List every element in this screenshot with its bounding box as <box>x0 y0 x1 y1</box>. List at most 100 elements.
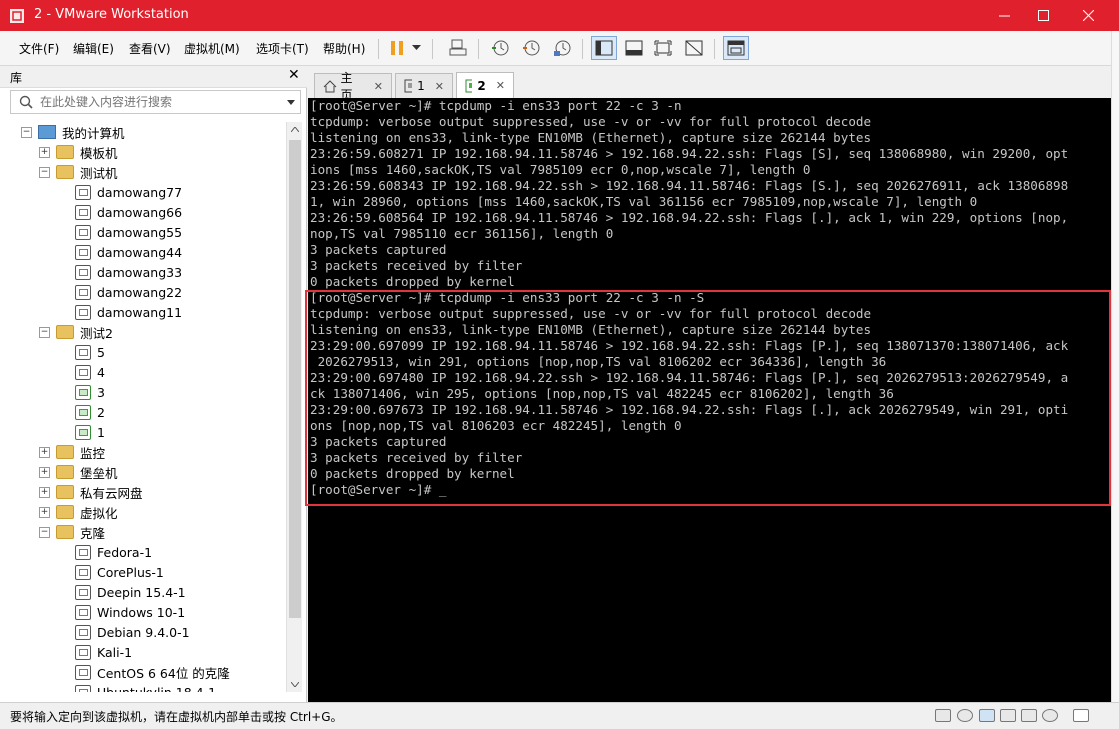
folder-icon <box>56 465 74 479</box>
tree-folder-item[interactable]: + 模板机 <box>39 142 118 162</box>
tab-vm-1[interactable]: 1 ✕ <box>395 73 453 98</box>
menu-file[interactable]: 文件(F) <box>19 40 59 57</box>
status-message: 要将输入定向到该虚拟机，请在虚拟机内部单击或按 Ctrl+G。 <box>10 710 343 724</box>
tree-item-label: Ubuntukylin 18.4-1 <box>97 684 217 693</box>
message-icon[interactable] <box>1073 709 1089 722</box>
tree-vm-item[interactable]: 4 <box>75 362 105 382</box>
tree-vm-item[interactable]: 5 <box>75 342 105 362</box>
collapse-icon[interactable]: − <box>39 526 50 538</box>
tree-vm-item[interactable]: Fedora-1 <box>75 542 152 562</box>
maximize-button[interactable] <box>1020 0 1066 31</box>
scrollbar-thumb[interactable] <box>289 140 301 618</box>
tree-vm-item[interactable]: damowang77 <box>75 182 182 202</box>
tree-vm-item[interactable]: 1 <box>75 422 105 442</box>
expand-icon[interactable]: + <box>39 446 50 458</box>
tree-folder-item[interactable]: − 测试2 <box>39 322 113 342</box>
tree-folder-item[interactable]: + 私有云网盘 <box>39 482 143 502</box>
tree-vm-item[interactable]: damowang55 <box>75 222 182 242</box>
collapse-icon[interactable]: − <box>39 166 50 178</box>
tree-vm-item[interactable]: 2 <box>75 402 105 422</box>
tree-vm-item[interactable]: Deepin 15.4-1 <box>75 582 186 602</box>
printer-icon[interactable] <box>1000 709 1016 722</box>
menu-tabs[interactable]: 选项卡(T) <box>256 40 309 57</box>
tree-item-label: Kali-1 <box>97 644 133 660</box>
tree-vm-item[interactable]: damowang33 <box>75 262 182 282</box>
tree-folder-item[interactable]: − 克隆 <box>39 522 105 542</box>
send-ctrl-alt-del-button[interactable] <box>445 36 471 60</box>
tree-vm-item[interactable]: 3 <box>75 382 105 402</box>
expand-icon[interactable]: + <box>39 506 50 518</box>
vm-icon <box>75 564 91 580</box>
tree-vm-item[interactable]: CentOS 6 64位 的克隆 <box>75 662 230 682</box>
collapse-icon[interactable]: − <box>21 126 32 138</box>
tree-vm-item[interactable]: damowang44 <box>75 242 182 262</box>
tree-item-label: damowang44 <box>97 244 183 260</box>
tree-vm-item[interactable]: Windows 10-1 <box>75 602 185 622</box>
library-search[interactable] <box>10 90 301 114</box>
tab-close-icon[interactable]: ✕ <box>496 79 505 92</box>
hdd-icon[interactable] <box>935 709 951 722</box>
close-button[interactable] <box>1065 0 1111 31</box>
tab-close-icon[interactable]: ✕ <box>435 80 444 93</box>
expand-icon[interactable]: + <box>39 146 50 158</box>
menu-help[interactable]: 帮助(H) <box>323 40 365 57</box>
chevron-down-icon[interactable] <box>287 100 295 105</box>
tree-item-label: 5 <box>97 344 105 360</box>
search-input[interactable] <box>38 93 278 111</box>
tree-vm-item[interactable]: Ubuntukylin 18.4-1 <box>75 682 216 692</box>
thumbnail-bar-button[interactable] <box>723 36 749 60</box>
tree-vm-item[interactable]: Debian 9.4.0-1 <box>75 622 190 642</box>
vm-running-icon <box>75 384 91 400</box>
maximize-icon <box>1037 10 1049 21</box>
tree-item-label: 私有云网盘 <box>80 485 143 501</box>
expand-icon[interactable]: + <box>39 486 50 498</box>
tree-folder-item[interactable]: + 监控 <box>39 442 105 462</box>
tree-vm-item[interactable]: damowang66 <box>75 202 182 222</box>
toolbar-separator <box>378 39 379 59</box>
search-icon <box>19 95 33 109</box>
computer-icon <box>38 125 56 139</box>
expand-icon[interactable]: + <box>39 466 50 478</box>
vm-icon <box>75 344 91 360</box>
network-icon[interactable] <box>979 709 995 722</box>
tree-folder-item[interactable]: − 测试机 <box>39 162 118 182</box>
usb-icon[interactable] <box>1042 709 1058 722</box>
snapshot-manager-button[interactable] <box>549 36 575 60</box>
tree-folder-item[interactable]: + 虚拟化 <box>39 502 118 522</box>
library-scrollbar[interactable] <box>286 122 302 692</box>
take-snapshot-button[interactable] <box>487 36 513 60</box>
vm-icon <box>75 664 91 680</box>
revert-snapshot-button[interactable] <box>518 36 544 60</box>
menu-vm[interactable]: 虚拟机(M) <box>184 40 240 57</box>
tree-folder-item[interactable]: + 堡垒机 <box>39 462 118 482</box>
library-close-icon[interactable]: ✕ <box>288 67 300 83</box>
fullscreen-button[interactable] <box>650 36 676 60</box>
tab-vm-2[interactable]: 2 ✕ <box>456 72 514 98</box>
collapse-icon[interactable]: − <box>39 326 50 338</box>
tree-item-label: Debian 9.4.0-1 <box>97 624 190 640</box>
tree-root-item[interactable]: − 我的计算机 <box>21 122 125 142</box>
tree-item-label: 测试机 <box>80 165 118 181</box>
tree-item-label: damowang11 <box>97 304 183 320</box>
menu-view[interactable]: 查看(V) <box>129 40 171 57</box>
tree-item-label: 克隆 <box>80 525 106 541</box>
tab-home[interactable]: 主页 ✕ <box>314 71 392 102</box>
console-view-button[interactable] <box>591 36 617 60</box>
tree-vm-item[interactable]: Kali-1 <box>75 642 132 662</box>
sound-icon[interactable] <box>1021 709 1037 722</box>
tree-vm-item[interactable]: damowang11 <box>75 302 182 322</box>
folder-icon <box>56 525 74 539</box>
scroll-up-icon[interactable] <box>291 127 299 132</box>
stretch-button[interactable] <box>681 36 707 60</box>
send-keys-icon <box>449 39 467 56</box>
menu-edit[interactable]: 编辑(E) <box>73 40 114 57</box>
library-tree: − 我的计算机 + 模板机 − 测试机 damowang77 damowang66 damowa… <box>0 122 286 692</box>
power-dropdown[interactable] <box>407 36 425 60</box>
unity-button[interactable] <box>621 36 647 60</box>
scroll-down-icon[interactable] <box>291 682 299 687</box>
snapshot-manager-icon <box>554 40 571 56</box>
tree-vm-item[interactable]: damowang22 <box>75 282 182 302</box>
tab-close-icon[interactable]: ✕ <box>374 80 383 93</box>
cdrom-icon[interactable] <box>957 709 973 722</box>
tree-vm-item[interactable]: CorePlus-1 <box>75 562 164 582</box>
